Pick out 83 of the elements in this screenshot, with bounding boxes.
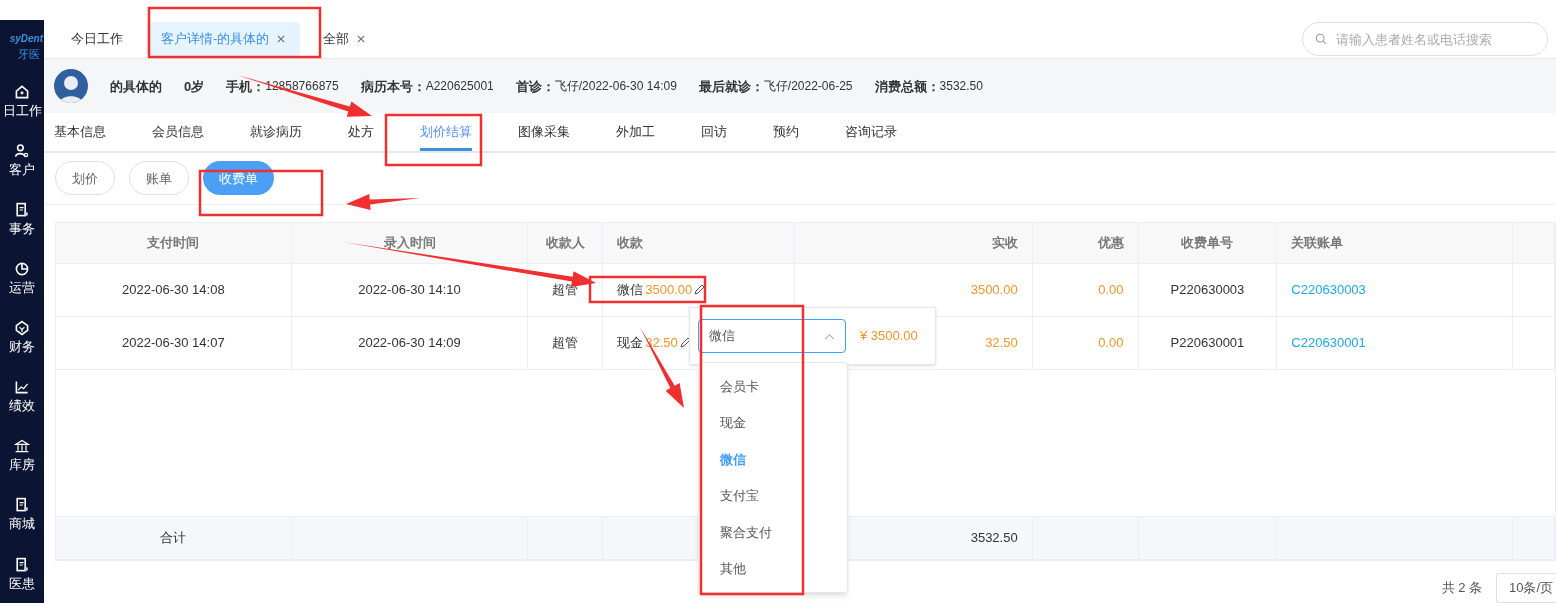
document-icon	[14, 201, 30, 218]
payment-method: 现金	[617, 334, 644, 353]
document-icon	[14, 556, 30, 573]
field-value: 飞仔/2022-06-30 14:09	[554, 78, 677, 96]
payment-method: 微信	[617, 281, 644, 300]
pencil-icon[interactable]	[678, 337, 691, 349]
detail-tab[interactable]: 基本信息	[54, 113, 106, 151]
home-icon	[14, 83, 30, 100]
patient-name: 的具体的	[110, 77, 162, 96]
sidebar-item[interactable]: 医患	[0, 543, 44, 603]
close-icon[interactable]	[277, 35, 286, 44]
page-size-select[interactable]: 10条/页	[1496, 573, 1556, 603]
column-header: 支付时间	[147, 234, 200, 253]
building-icon	[14, 438, 30, 455]
field-label: 最后就诊：	[698, 77, 764, 96]
column-header: 关联账单	[1291, 234, 1344, 253]
dropdown-option[interactable]: 聚合支付	[699, 514, 847, 551]
detail-tab[interactable]: 咨询记录	[845, 113, 897, 151]
table-cell-text: P220630001	[1170, 334, 1245, 353]
table-cell-text: 2022-06-30 14:07	[122, 334, 225, 353]
field-value: A220625001	[425, 78, 494, 96]
pencil-icon[interactable]	[693, 284, 706, 296]
avatar	[54, 69, 88, 104]
table-cell-text: 2022-06-30 14:09	[358, 334, 461, 353]
sidebar-item[interactable]: 客户	[0, 130, 44, 190]
detail-tab[interactable]: 外加工	[616, 113, 655, 151]
chevron-up-icon	[824, 332, 835, 340]
patient-age: 0岁	[184, 77, 205, 96]
dropdown-option[interactable]: 会员卡	[699, 368, 847, 405]
detail-tab[interactable]: 就诊病历	[250, 113, 302, 151]
dropdown-option[interactable]: 其他	[699, 550, 847, 587]
sidebar-item[interactable]: 财务	[0, 307, 44, 367]
logo-text: syDent	[9, 31, 44, 46]
table-cell-text: 0.00	[1098, 281, 1124, 300]
sidebar-item[interactable]: 绩效	[0, 366, 44, 426]
payment-select[interactable]: 微信	[698, 319, 846, 353]
column-header: 收款人	[545, 234, 585, 253]
sidebar-item[interactable]: 运营	[0, 248, 44, 308]
detail-tab[interactable]: 会员信息	[152, 113, 204, 151]
payment-amount: 3500.00	[645, 281, 693, 300]
page-tab[interactable]: 今日工作	[56, 22, 138, 57]
page-tab[interactable]: 全部	[308, 22, 381, 57]
field-value: 飞仔/2022-06-25	[763, 78, 853, 96]
column-header: 收费单号	[1181, 234, 1234, 253]
pie-chart-icon	[14, 261, 30, 278]
logo-subtext: 牙医	[18, 46, 41, 61]
search-field[interactable]: 请输入患者姓名或电话搜索	[1302, 22, 1548, 57]
money-bag-icon	[14, 320, 30, 337]
field-label: 首诊：	[515, 77, 555, 96]
sidebar-item[interactable]: 日工作	[0, 71, 44, 131]
field-label: 病历本号：	[360, 77, 426, 96]
table-cell-text: 超管	[552, 334, 579, 353]
dropdown-option[interactable]: 支付宝	[699, 477, 847, 514]
total-count: 共 2 条	[1441, 579, 1482, 598]
dropdown-option[interactable]: 现金	[699, 404, 847, 441]
table-cell-text: 3500.00	[970, 281, 1018, 300]
table-cell-text: 32.50	[985, 334, 1018, 353]
sidebar-item[interactable]: 事务	[0, 189, 44, 249]
sidebar-item[interactable]: 库房	[0, 425, 44, 485]
column-header: 录入时间	[383, 234, 436, 253]
table-cell-text: 2022-06-30 14:08	[122, 281, 225, 300]
field-label: 手机：	[226, 77, 266, 96]
detail-tab[interactable]: 处方	[348, 113, 374, 151]
line-chart-icon	[14, 379, 30, 396]
close-icon[interactable]	[357, 35, 366, 44]
field-value: 3532.50	[939, 78, 983, 96]
document-icon	[14, 497, 30, 514]
table-cell-text: 2022-06-30 14:10	[358, 281, 461, 300]
column-header: 实收	[991, 234, 1018, 253]
total-value: 3532.50	[970, 529, 1018, 548]
column-header: 收款	[617, 234, 644, 253]
detail-tab[interactable]: 图像采集	[518, 113, 570, 151]
total-label: 合计	[160, 529, 187, 548]
detail-tab[interactable]: 预约	[773, 113, 799, 151]
field-label: 消费总额：	[874, 77, 940, 96]
sidebar-item[interactable]: 商城	[0, 484, 44, 544]
search-icon	[1315, 33, 1327, 46]
table-cell-text: P220630003	[1170, 281, 1245, 300]
user-icon	[14, 142, 30, 159]
column-header: 优惠	[1097, 234, 1124, 253]
table-cell-text: 0.00	[1098, 334, 1124, 353]
popover-amount: ¥ 3500.00	[860, 327, 918, 346]
detail-tab[interactable]: 回访	[701, 113, 727, 151]
